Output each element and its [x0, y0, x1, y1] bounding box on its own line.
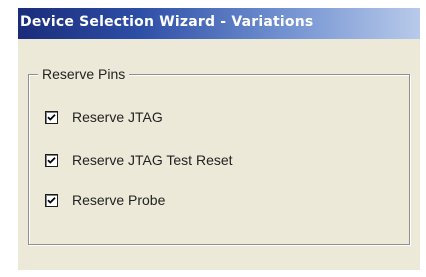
reserve-pins-group-label: Reserve Pins	[38, 66, 130, 82]
reserve-jtag-test-reset-label: Reserve JTAG Test Reset	[72, 152, 233, 168]
reserve-probe-option[interactable]: Reserve Probe	[45, 191, 165, 209]
reserve-probe-checkbox[interactable]	[45, 193, 58, 207]
title-bar[interactable]: Device Selection Wizard - Variations	[18, 8, 420, 39]
checkmark-icon	[47, 113, 56, 121]
reserve-jtag-label: Reserve JTAG	[72, 109, 163, 125]
checkmark-icon	[47, 156, 56, 164]
reserve-jtag-test-reset-checkbox[interactable]	[45, 153, 58, 167]
checkmark-icon	[47, 196, 56, 204]
window-title: Device Selection Wizard - Variations	[20, 14, 314, 30]
reserve-jtag-test-reset-option[interactable]: Reserve JTAG Test Reset	[45, 151, 233, 169]
page: Device Selection Wizard - Variations Res…	[0, 0, 426, 277]
reserve-jtag-option[interactable]: Reserve JTAG	[45, 108, 163, 126]
reserve-jtag-checkbox[interactable]	[45, 110, 58, 124]
reserve-probe-label: Reserve Probe	[72, 192, 166, 208]
